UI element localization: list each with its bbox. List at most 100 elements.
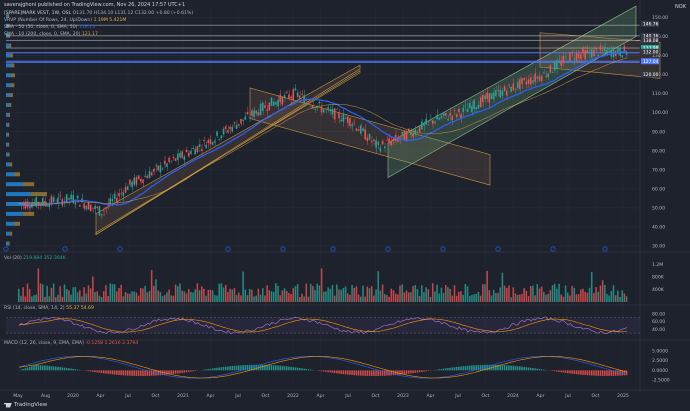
candle-body — [482, 95, 484, 103]
macd-histogram-bar — [569, 370, 571, 374]
volume-bar — [608, 295, 610, 302]
volume-bar — [368, 288, 371, 302]
candle-body — [233, 122, 236, 124]
candle-body — [353, 123, 356, 125]
macd-histogram-bar — [357, 370, 360, 376]
brand-label: TradingView — [14, 402, 48, 408]
volume-bar — [379, 290, 382, 302]
macd-histogram-bar — [540, 369, 543, 371]
volume-bar — [76, 292, 79, 302]
volume-bar — [440, 287, 443, 302]
volume-bar — [144, 285, 146, 302]
candle-body — [466, 108, 469, 113]
macd-histogram-bar — [573, 370, 576, 374]
vrvp-up-bar — [6, 142, 8, 147]
candle-body — [471, 105, 473, 113]
macd-histogram-bar — [309, 369, 312, 371]
vrvp-down-bar — [8, 152, 10, 157]
macd-tick-label: -2.5000 — [652, 378, 670, 384]
macd-histogram-bar — [270, 365, 273, 371]
macd-histogram-bar — [486, 364, 488, 371]
legend-vrvp-values: 1.19M 5.421M — [93, 18, 127, 23]
time-tick-label: Apr — [97, 393, 105, 399]
volume-bar — [52, 283, 55, 302]
volume-bar — [277, 285, 279, 302]
candle-body — [556, 60, 558, 69]
macd-tick-label: 0.0000 — [652, 368, 668, 374]
candle-body — [92, 207, 94, 209]
macd-histogram-bar — [370, 370, 373, 376]
macd-histogram-bar — [425, 370, 427, 372]
candle-body — [392, 138, 395, 141]
macd-histogram-bar — [246, 364, 249, 371]
volume-bar — [96, 291, 98, 302]
macd-histogram-bar — [174, 370, 177, 374]
candle-body — [201, 148, 203, 151]
legend-vrvp[interactable]: VRVP (Number Of Rows, 24, Up/Down) 1.19M… — [4, 18, 126, 23]
candle-body — [227, 130, 229, 133]
tradingview-brand[interactable]: TradingView — [4, 402, 47, 408]
chart-canvas[interactable]: 30.00 40.00 50.00 60.00 70.00 80.00 90.00 100.0… — [0, 0, 690, 411]
macd-histogram-bar — [216, 367, 218, 371]
volume-bar — [279, 295, 281, 302]
candle-body — [514, 88, 517, 90]
candle-body — [307, 102, 310, 104]
volume-bar — [65, 289, 68, 302]
legend-sma50[interactable]: SMA · 50 (50, close, 0, SMA, 50) 116.23 — [4, 25, 95, 30]
legend-main[interactable]: [SPARE]MARK VEST, 1W, OSL O131.70 H134.1… — [4, 11, 193, 16]
volume-bar — [68, 290, 70, 302]
volume-bar — [338, 289, 340, 302]
volume-bar — [140, 287, 142, 302]
candle-body — [571, 52, 573, 54]
vrvp-up-bar — [6, 172, 15, 177]
macd-histogram-bar — [301, 368, 303, 371]
macd-histogram-bar — [57, 366, 59, 371]
candle-body — [553, 63, 556, 71]
candle-body — [207, 140, 210, 143]
candle-body — [519, 79, 521, 90]
volume-bar — [111, 284, 114, 302]
candle-body — [131, 181, 133, 188]
legend-vol[interactable]: Vol (20) 219.894 352.364K — [4, 256, 66, 261]
candle-body — [248, 117, 251, 119]
macd-histogram-bar — [72, 368, 74, 371]
vrvp-down-bar — [7, 132, 10, 137]
candle-body — [270, 97, 273, 106]
macd-histogram-bar — [506, 365, 508, 371]
candle-body — [567, 62, 569, 64]
legend-sma50-title: SMA · 50 (50, close, 0, SMA, 50) — [4, 25, 78, 30]
candle-body — [336, 109, 338, 110]
candle-body — [486, 92, 488, 100]
candle-body — [120, 192, 122, 194]
time-tick-label: Jul — [454, 393, 461, 399]
macd-histogram-bar — [133, 370, 135, 376]
volume-bar — [244, 289, 247, 302]
volume-profile — [6, 13, 47, 246]
volume-bar — [166, 292, 168, 302]
candle-body — [174, 158, 177, 161]
macd-histogram-bar — [414, 370, 417, 373]
candle-body — [105, 207, 107, 209]
candle-body — [179, 152, 181, 158]
volume-bar — [373, 295, 375, 302]
candle-body — [569, 52, 571, 61]
time-tick-label: Oct — [262, 393, 270, 399]
macd-histogram-bar — [222, 366, 225, 371]
volume-bar — [455, 295, 458, 302]
candle-body — [83, 203, 85, 209]
macd-histogram-bar — [346, 370, 349, 375]
candle-body — [94, 205, 96, 210]
volume-bar — [216, 295, 218, 302]
volume-bar — [336, 284, 338, 302]
candle-body — [364, 129, 366, 140]
candle-body — [285, 91, 288, 93]
macd-histogram-bar — [516, 366, 519, 371]
legend-macd[interactable]: MACD (12, 26, close, 9, EMA, EMA) -0.125… — [4, 341, 138, 346]
volume-bar — [235, 295, 238, 302]
legend-sma200[interactable]: SMA · 10 (200, close, 0, SMA, 20) 121.17 — [4, 32, 98, 37]
volume-bar — [471, 294, 473, 302]
price-tick-label: 90.00 — [652, 129, 665, 135]
earnings-marker-icon — [280, 246, 286, 252]
time-tick-label: 2021 — [177, 393, 189, 399]
legend-rsi[interactable]: RSI (14, close, SMA, 14, 2) 55.37 54.69 — [4, 306, 94, 311]
